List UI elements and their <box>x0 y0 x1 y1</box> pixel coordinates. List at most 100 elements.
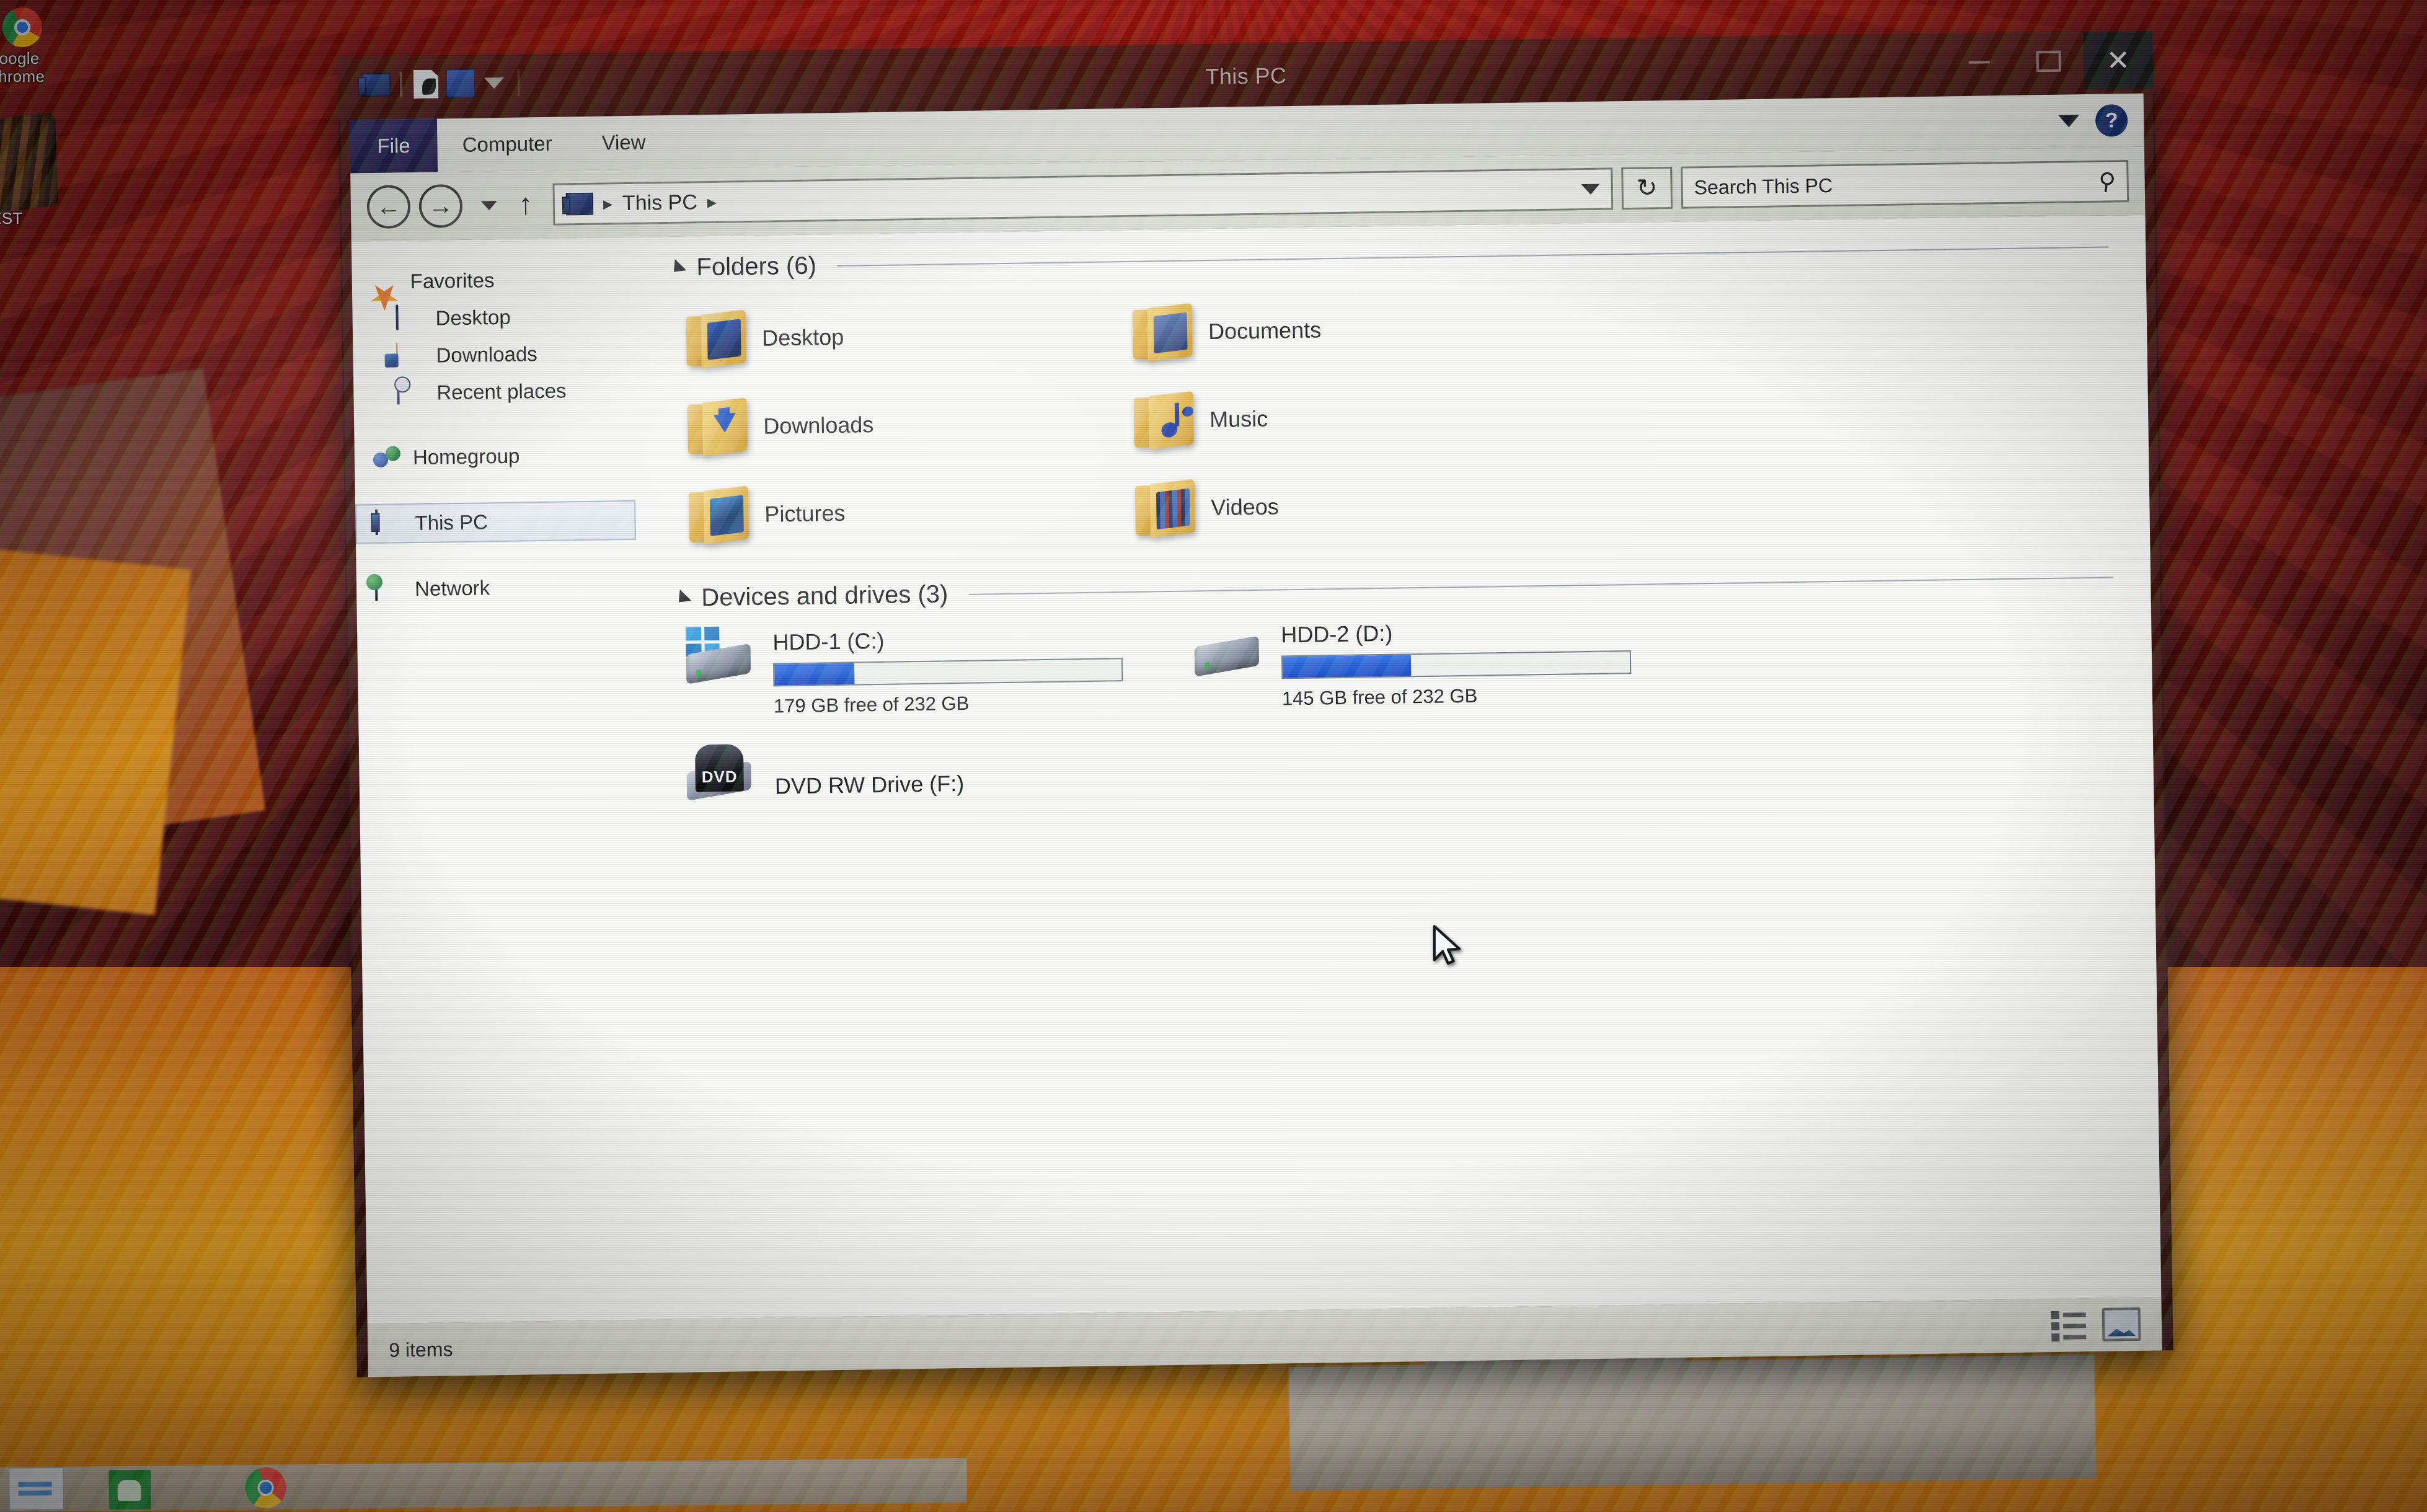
drives-group-header[interactable]: Devices and drives (3) <box>673 563 2151 612</box>
address-bar-right <box>1581 183 1600 195</box>
drives-group-label: Devices and drives (3) <box>701 580 948 612</box>
view-toggle-group <box>2051 1307 2141 1342</box>
content-pane: Folders (6) Desktop Documents Downloads … <box>643 215 2162 1320</box>
tab-label: File <box>377 134 410 157</box>
screenshot-root: Google Chrome UEST <box>0 0 2427 1512</box>
folder-label: Documents <box>1208 317 1322 345</box>
list-item[interactable]: HDD-2 (D:) 145 GB free of 232 GB <box>1190 614 1663 736</box>
large-icons-view-icon[interactable] <box>2102 1307 2141 1342</box>
triangle-collapse-icon[interactable] <box>668 259 687 278</box>
drive-free-text: 179 GB free of 232 GB <box>773 692 970 717</box>
desktop-icon-chrome[interactable]: Google Chrome <box>0 7 45 86</box>
taskbar[interactable] <box>0 1458 967 1512</box>
drive-label: DVD RW Drive (F:) <box>774 770 965 799</box>
desktop-icon-quest[interactable]: UEST <box>0 112 59 228</box>
search-icon[interactable]: ⚲ <box>2097 166 2117 196</box>
tab-label: View <box>601 130 646 154</box>
folder-label: Pictures <box>764 500 846 527</box>
start-button[interactable] <box>8 1467 64 1511</box>
homegroup-icon <box>373 444 402 471</box>
folders-group-header[interactable]: Folders (6) <box>668 232 2146 282</box>
forward-button[interactable]: → <box>418 183 463 228</box>
details-view-icon[interactable] <box>2051 1311 2087 1342</box>
sidebar-item-favorites[interactable]: Favorites <box>351 260 643 302</box>
recent-locations-icon[interactable] <box>480 200 498 210</box>
music-folder-icon <box>1133 391 1194 450</box>
desktop-folder-icon <box>686 309 746 368</box>
dvd-drive-icon: DVD <box>684 743 759 803</box>
monitor-base <box>1288 1354 2097 1492</box>
tab-computer[interactable]: Computer <box>437 117 577 172</box>
sidebar-item-network[interactable]: Network <box>356 567 648 609</box>
star-icon <box>370 268 399 302</box>
chevron-down-icon[interactable] <box>2058 115 2080 128</box>
chevron-down-icon[interactable] <box>1581 183 1600 195</box>
breadcrumb-this-pc[interactable]: This PC <box>622 190 697 216</box>
drive-meta: DVD RW Drive (F:) <box>774 740 965 807</box>
close-button[interactable]: ✕ <box>2083 31 2154 90</box>
desktop-icon <box>396 304 425 332</box>
list-item[interactable]: Videos <box>1134 459 1545 553</box>
taskbar-app-chrome[interactable] <box>245 1467 286 1509</box>
sidebar-item-label: Favorites <box>410 268 495 293</box>
list-item[interactable]: Desktop <box>686 290 1096 384</box>
up-button[interactable]: ↑ <box>518 188 534 221</box>
list-item[interactable]: DVD DVD RW Drive (F:) <box>684 736 1157 859</box>
drive-usage-meter <box>772 658 1123 687</box>
back-button[interactable]: ← <box>366 185 411 229</box>
tab-file[interactable]: File <box>349 118 438 174</box>
group-divider <box>969 576 2114 595</box>
downloads-folder-icon <box>396 342 425 369</box>
drive-label: HDD-1 (C:) <box>772 627 885 655</box>
sidebar-item-label: Homegroup <box>412 444 520 469</box>
search-input[interactable]: Search This PC <box>1694 174 1832 199</box>
list-item[interactable]: Music <box>1133 371 1544 465</box>
list-item[interactable]: Documents <box>1132 283 1542 377</box>
drive-meta: HDD-1 (C:) 179 GB free of 232 GB <box>772 622 1123 717</box>
drive-free-text: 145 GB free of 232 GB <box>1281 684 1478 710</box>
triangle-collapse-icon[interactable] <box>673 589 692 608</box>
maximize-button[interactable] <box>2014 32 2084 91</box>
tab-label: Computer <box>462 131 552 156</box>
sidebar-item-label: Recent places <box>436 379 567 404</box>
hard-drive-icon <box>1190 620 1265 681</box>
drives-grid: HDD-1 (C:) 179 GB free of 232 GB HDD-2 (… <box>674 607 2154 859</box>
search-box[interactable]: Search This PC ⚲ <box>1681 160 2129 209</box>
minimize-button[interactable] <box>1944 33 2014 92</box>
folder-label: Videos <box>1210 493 1280 521</box>
folder-label: Downloads <box>763 412 874 439</box>
tab-view[interactable]: View <box>577 115 671 170</box>
sidebar-item-label: Downloads <box>436 342 538 367</box>
sidebar-item-recent-places[interactable]: Recent places <box>353 371 645 413</box>
sidebar-item-label: Network <box>414 576 490 601</box>
folder-label: Desktop <box>761 324 844 351</box>
drive-usage-meter <box>1281 650 1632 679</box>
item-count-label: 9 items <box>389 1337 453 1361</box>
help-button[interactable]: ? <box>2095 104 2128 137</box>
hard-drive-windows-icon <box>682 626 757 688</box>
folder-label: Music <box>1209 405 1268 433</box>
list-item[interactable]: HDD-1 (C:) 179 GB free of 232 GB <box>682 621 1155 743</box>
drive-meta: HDD-2 (D:) 145 GB free of 232 GB <box>1281 614 1632 710</box>
sidebar-item-homegroup[interactable]: Homegroup <box>355 436 647 477</box>
window-controls[interactable]: ✕ <box>1944 31 2154 92</box>
documents-folder-icon <box>1132 303 1193 362</box>
sidebar-item-desktop[interactable]: Desktop <box>352 297 644 338</box>
navigation-pane: Favorites Desktop Downloads Recent place… <box>351 237 659 1324</box>
list-item[interactable]: Downloads <box>687 378 1097 472</box>
sidebar-item-label: Desktop <box>435 305 511 330</box>
taskbar-app-green[interactable] <box>108 1469 151 1510</box>
chrome-icon <box>2 7 42 47</box>
ribbon-right-controls: ? <box>2058 94 2144 148</box>
videos-folder-icon <box>1134 479 1195 538</box>
folders-grid: Desktop Documents Downloads Music Pictur… <box>670 274 2150 560</box>
breadcrumb-separator[interactable]: ▸ <box>707 191 717 213</box>
drive-label: HDD-2 (D:) <box>1281 620 1393 648</box>
network-icon <box>374 575 404 603</box>
address-bar[interactable]: ▸ This PC ▸ <box>552 167 1614 226</box>
sidebar-item-downloads[interactable]: Downloads <box>353 334 645 376</box>
refresh-button[interactable]: ↻ <box>1621 166 1673 210</box>
group-divider <box>837 246 2109 267</box>
list-item[interactable]: Pictures <box>688 466 1099 560</box>
sidebar-item-this-pc[interactable]: This PC <box>355 500 636 544</box>
